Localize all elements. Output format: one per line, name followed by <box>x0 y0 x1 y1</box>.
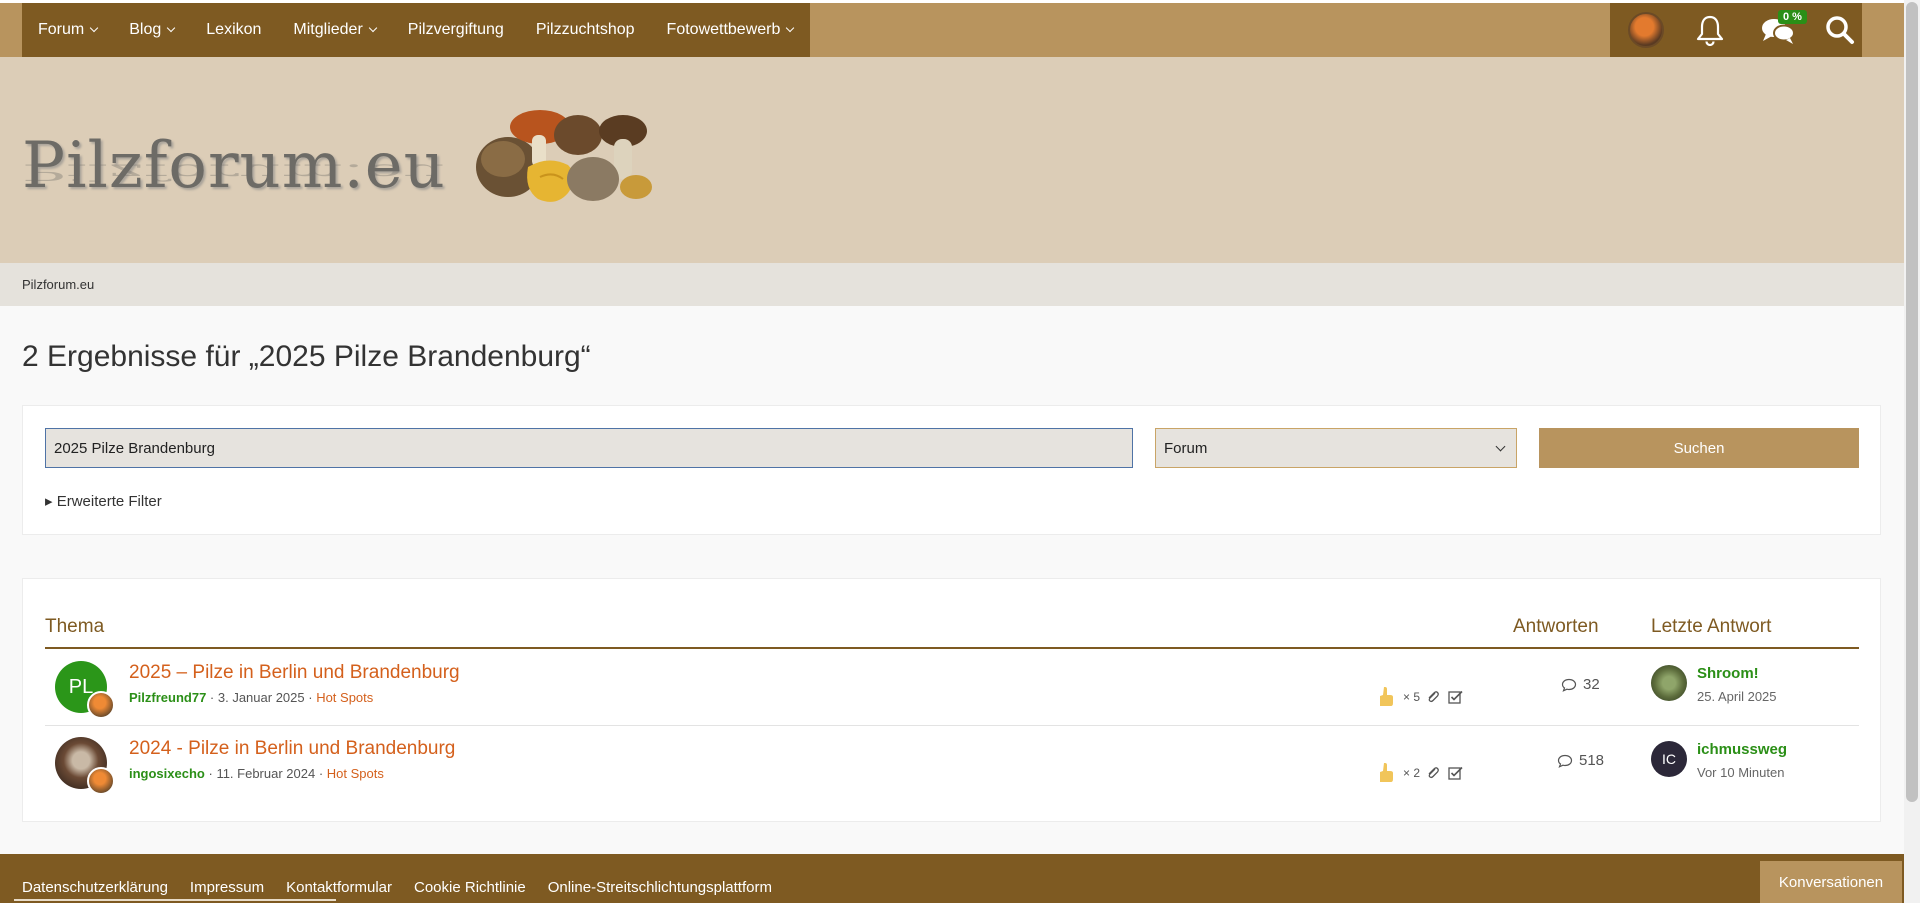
thread-author-link[interactable]: Pilzfreund77 <box>129 690 206 705</box>
navbar: Forum Blog Lexikon Mitglieder Pilzvergif… <box>0 3 1904 57</box>
nav-label: Forum <box>38 21 85 38</box>
nav-blog[interactable]: Blog <box>129 21 176 39</box>
chevron-down-icon <box>1495 441 1506 452</box>
thread-forum-link[interactable]: Hot Spots <box>327 766 384 781</box>
breadcrumb-home[interactable]: Pilzforum.eu <box>22 277 94 292</box>
thread-date: 11. Februar 2024 <box>216 766 316 781</box>
nav-label: Lexikon <box>206 21 262 38</box>
advanced-filters-toggle[interactable]: ▸ Erweiterte Filter <box>45 492 162 510</box>
nav-label: Blog <box>129 21 162 38</box>
chevron-down-icon <box>368 23 378 33</box>
nav-label: Mitglieder <box>293 21 363 38</box>
meta-separator: · <box>308 690 317 705</box>
nav-fotowettbewerb[interactable]: Fotowettbewerb <box>666 21 795 39</box>
search-input[interactable] <box>45 428 1133 468</box>
conversations-dock-button[interactable]: Konversationen <box>1760 861 1902 903</box>
chevron-down-icon <box>786 23 795 33</box>
like-count: × 2 <box>1403 766 1421 780</box>
thread-status-icons: × 2 <box>1377 762 1464 784</box>
comment-icon <box>1557 754 1573 768</box>
conversations-badge: 0 % <box>1778 10 1807 24</box>
footer-link-odr[interactable]: Online-Streitschlichtungsplattform <box>548 879 772 896</box>
footer-link-impressum[interactable]: Impressum <box>190 879 264 896</box>
nav-label: Fotowettbewerb <box>666 21 781 38</box>
last-reply-avatar[interactable] <box>1651 665 1687 701</box>
reply-count: 518 <box>1557 752 1604 769</box>
footer-underline <box>14 899 336 901</box>
logo-reflection: Pilzforum.eu <box>22 159 446 185</box>
bell-icon <box>1696 15 1724 46</box>
nav-pilzzuchtshop[interactable]: Pilzzuchtshop <box>536 21 635 39</box>
nav-mitglieder[interactable]: Mitglieder <box>293 21 378 39</box>
reply-count-value: 32 <box>1583 676 1600 693</box>
nav-label: Pilzzuchtshop <box>535 21 635 38</box>
page-title: 2 Ergebnisse für „2025 Pilze Brandenburg… <box>22 340 591 373</box>
last-reply-date: 25. April 2025 <box>1697 689 1777 704</box>
thumbs-up-icon <box>1380 687 1393 706</box>
last-reply-author-link[interactable]: Shroom! <box>1697 665 1759 682</box>
nav-lexikon[interactable]: Lexikon <box>206 21 261 39</box>
search-button[interactable] <box>1820 3 1860 57</box>
footer-link-kontakt[interactable]: Kontaktformular <box>286 879 392 896</box>
nav-forum[interactable]: Forum <box>38 21 99 39</box>
author-badge-icon <box>87 767 115 795</box>
search-form: Forum Suchen ▸ Erweiterte Filter <box>22 405 1881 535</box>
author-badge-icon <box>87 691 115 719</box>
footer-link-cookies[interactable]: Cookie Richtlinie <box>414 879 526 896</box>
thread-title-link[interactable]: 2025 – Pilze in Berlin und Brandenburg <box>129 662 460 684</box>
notifications-button[interactable] <box>1690 3 1730 57</box>
footer-link-datenschutz[interactable]: Datenschutzerklärung <box>22 879 168 896</box>
thumbs-up-icon <box>1380 763 1393 782</box>
meta-separator: · <box>318 766 327 781</box>
last-reply-author-link[interactable]: ichmussweg <box>1697 741 1787 758</box>
check-square-icon <box>1448 690 1463 704</box>
main-nav: Forum Blog Lexikon Mitglieder Pilzvergif… <box>22 3 810 57</box>
header-replies: Antworten <box>1513 616 1599 637</box>
search-icon <box>1826 16 1854 44</box>
user-avatar-button[interactable] <box>1626 3 1666 57</box>
paperclip-icon <box>1428 767 1439 779</box>
nav-label: Pilzvergiftung <box>407 21 504 38</box>
last-reply-avatar[interactable]: IC <box>1651 741 1687 777</box>
thread-forum-link[interactable]: Hot Spots <box>316 690 373 705</box>
meta-separator: · <box>209 690 218 705</box>
site-footer: Datenschutzerklärung Impressum Kontaktfo… <box>0 854 1904 903</box>
thread-date: 3. Januar 2025 <box>217 690 305 705</box>
scrollbar-thumb[interactable] <box>1906 2 1918 802</box>
last-reply-date: Vor 10 Minuten <box>1697 765 1785 780</box>
thread-meta: Pilzfreund77 · 3. Januar 2025 · Hot Spot… <box>129 690 373 705</box>
reply-count-value: 518 <box>1579 752 1605 769</box>
thread-title-link[interactable]: 2024 - Pilze in Berlin und Brandenburg <box>129 738 455 760</box>
reply-count: 32 <box>1561 676 1600 693</box>
search-scope-select[interactable]: Forum <box>1155 428 1517 468</box>
avatar-initials: IC <box>1662 751 1676 767</box>
paperclip-icon <box>1428 691 1439 703</box>
conversations-button[interactable]: 0 % <box>1756 3 1807 57</box>
chevron-down-icon <box>89 23 99 33</box>
search-submit-button[interactable]: Suchen <box>1539 428 1859 468</box>
nav-pilzvergiftung[interactable]: Pilzvergiftung <box>408 21 504 39</box>
thread-author-link[interactable]: ingosixecho <box>129 766 205 781</box>
footer-links: Datenschutzerklärung Impressum Kontaktfo… <box>22 879 794 896</box>
results-table: Thema Antworten Letzte Antwort PL 2025 –… <box>22 578 1881 822</box>
site-header: Pilzforum.eu Pilzforum.eu <box>0 57 1904 263</box>
breadcrumb-bar: Pilzforum.eu <box>0 263 1904 306</box>
table-row: PL 2025 – Pilze in Berlin und Brandenbur… <box>45 649 1859 725</box>
mushrooms-logo-image <box>476 110 652 202</box>
header-last-reply: Letzte Antwort <box>1651 616 1772 637</box>
table-row: 2024 - Pilze in Berlin und Brandenburg i… <box>45 725 1859 801</box>
user-avatar <box>1628 12 1664 48</box>
like-count: × 5 <box>1403 690 1421 704</box>
user-panel: 0 % <box>1610 3 1862 57</box>
select-value: Forum <box>1164 439 1208 457</box>
thread-status-icons: × 5 <box>1377 686 1464 708</box>
check-square-icon <box>1448 766 1463 780</box>
header-topic: Thema <box>45 616 105 637</box>
chevron-down-icon <box>167 23 176 33</box>
thread-meta: ingosixecho · 11. Februar 2024 · Hot Spo… <box>129 766 384 781</box>
comment-icon <box>1561 678 1577 692</box>
